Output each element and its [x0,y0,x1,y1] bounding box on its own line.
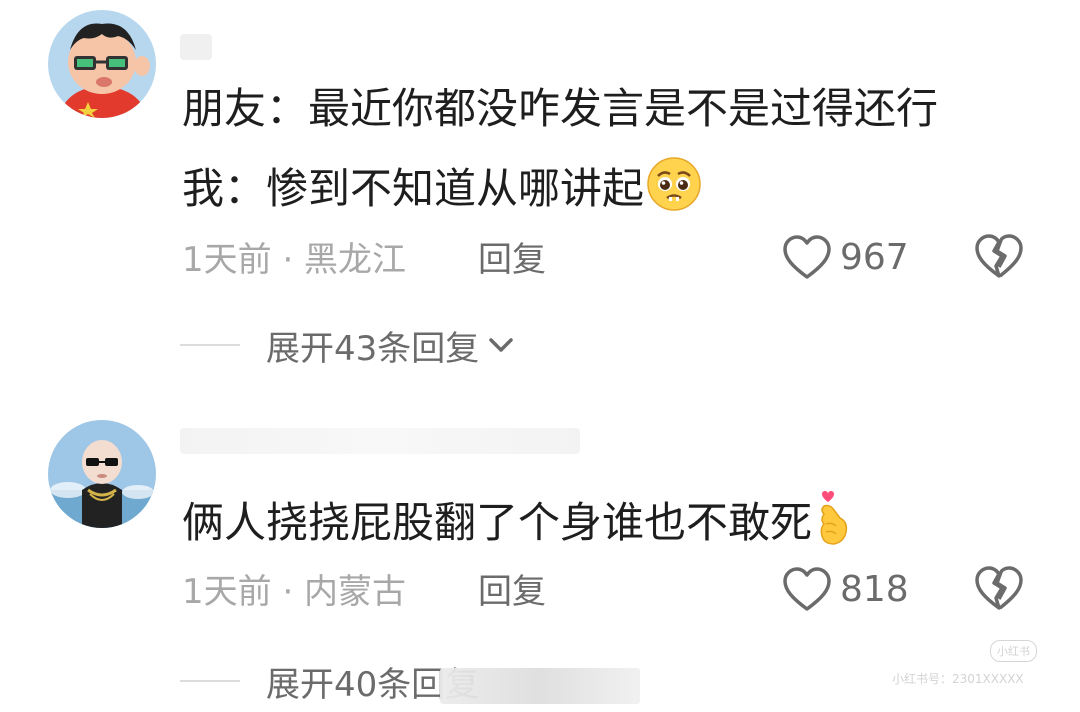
avatar-image [48,420,156,528]
comment-time-location: 1天前 · 内蒙古 [182,572,407,612]
comment-text-line-1: 朋友：最近你都没咋发言是不是过得还行 [182,84,939,133]
avatar[interactable] [48,420,156,528]
comment-text-line-2: 我：惨到不知道从哪讲起 [182,156,702,227]
dislike-button[interactable] [974,234,1024,282]
avatar-image [48,10,156,118]
broken-heart-icon [975,566,1023,610]
chevron-down-icon [489,338,514,352]
watermark-id: 小红书号：2301XXXXX [892,672,1024,686]
dislike-button[interactable] [974,566,1024,614]
comment-text-body: 俩人挠挠屁股翻了个身谁也不敢死 [182,498,813,547]
expand-replies: 展开40条回复 [180,656,479,706]
heart-icon [783,567,831,611]
watermark-logo: 小红书 [990,640,1037,662]
expand-replies-button[interactable]: 展开43条回复 [266,321,515,370]
comment-text-body: 我：惨到不知道从哪讲起 [182,164,645,213]
username[interactable] [180,34,212,60]
pleading-face-icon [646,156,702,227]
finger-heart-icon [814,490,854,561]
watermark: 小红书 小红书号：2301XXXXX [892,640,1052,700]
expand-divider [180,344,240,346]
reply-button[interactable]: 回复 [478,570,546,614]
like-count: 967 [840,237,909,278]
expand-replies-label: 展开43条回复 [266,328,480,369]
comment-time-location: 1天前 · 黑龙江 [182,240,407,280]
expand-divider [180,680,240,682]
like-button[interactable]: 967 [782,234,909,282]
comment-text-line-1: 俩人挠挠屁股翻了个身谁也不敢死 [182,490,854,561]
username[interactable] [180,428,580,454]
like-count: 818 [840,569,909,610]
heart-icon [783,235,831,279]
like-button[interactable]: 818 [782,566,909,614]
avatar[interactable] [48,10,156,118]
expand-replies: 展开43条回复 [180,320,515,370]
blurred-overlay [440,668,640,704]
broken-heart-icon [975,234,1023,278]
reply-button[interactable]: 回复 [478,238,546,282]
